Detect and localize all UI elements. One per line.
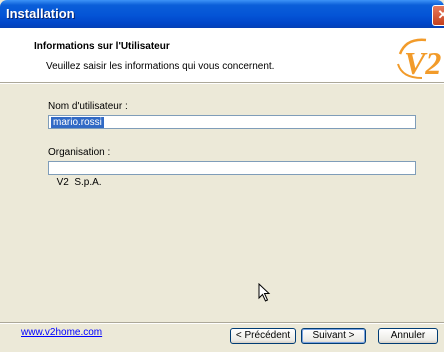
username-field[interactable]: mario.rossi [48,115,416,129]
organisation-value: V2 S.p.A. [56,177,102,188]
close-icon: ✕ [437,7,444,22]
organisation-field[interactable]: V2 S.p.A. [48,161,416,188]
header-divider [0,83,444,84]
window-title: Installation [6,6,75,21]
cancel-button[interactable]: Annuler [378,328,438,344]
close-button[interactable]: ✕ [432,5,444,26]
logo-text: V2 [404,45,441,81]
title-bar[interactable]: Installation ✕ [0,0,444,28]
mouse-cursor-icon [258,283,271,302]
footer-divider-highlight [0,323,444,324]
v2-logo-icon: V2 [397,38,441,81]
header-panel: Informations sur l'Utilisateur Veuillez … [0,28,444,83]
page-subtitle: Veuillez saisir les informations qui vou… [46,61,275,72]
back-button[interactable]: < Précédent [230,328,296,344]
organisation-label: Organisation : [48,147,111,158]
page-title: Informations sur l'Utilisateur [34,41,170,52]
username-value: mario.rossi [51,117,104,128]
next-button[interactable]: Suivant > [301,328,366,344]
website-link[interactable]: www.v2home.com [21,327,102,338]
username-label: Nom d'utilisateur : [48,101,128,112]
